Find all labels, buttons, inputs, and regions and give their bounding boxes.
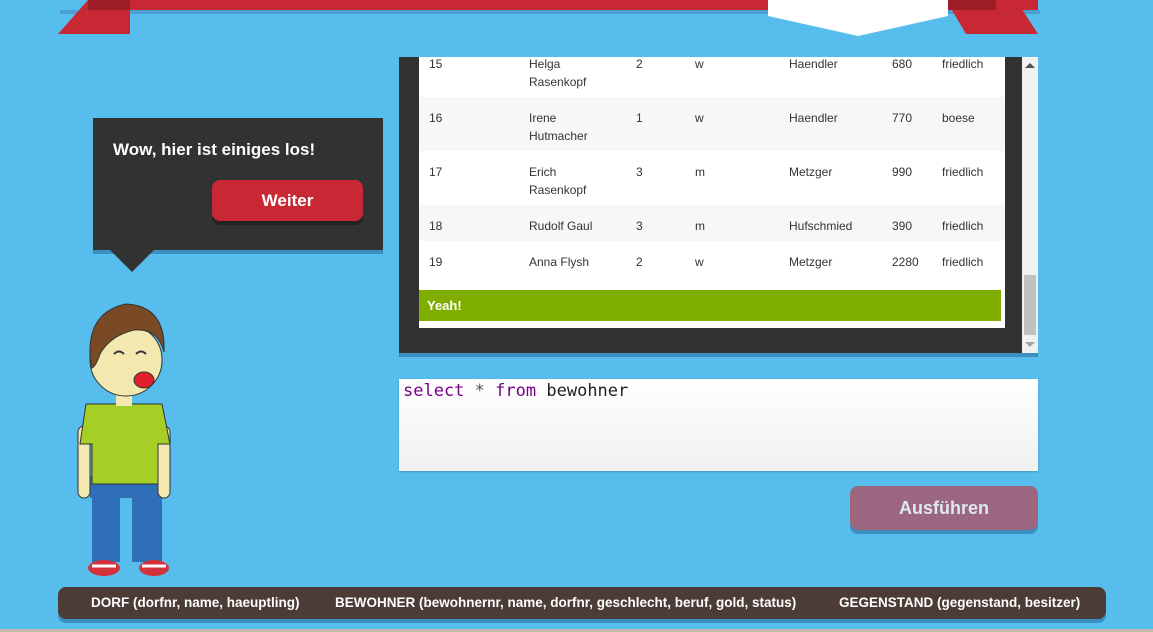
table-cell-geschlecht: m [695,219,705,233]
keyword-select: select [403,381,465,401]
schema-dorf: DORF (dorfnr, name, haeuptling) [91,595,300,610]
weiter-button[interactable]: Weiter [212,180,363,221]
scroll-down-icon[interactable] [1025,342,1035,347]
table-cell-dorfnr: 1 [636,111,643,125]
schema-footer: DORF (dorfnr, name, haeuptling) BEWOHNER… [58,587,1106,619]
ribbon-right-icon [946,0,1038,34]
table-row: 16 Irene Hutmacher 1 w Haendler 770 boese [419,97,1005,151]
pennant-flag-icon [768,0,948,36]
table-cell-geschlecht: m [695,165,705,179]
table-cell-nr: 17 [429,165,443,179]
success-message: Yeah! [419,290,1001,321]
table-cell-geschlecht: w [695,111,704,125]
table-cell-dorfnr: 3 [636,219,643,233]
table-cell-beruf: Haendler [789,111,838,125]
speech-bubble: Wow, hier ist einiges los! Weiter [93,118,383,250]
table-cell-geschlecht: w [695,57,704,71]
table-cell-nr: 18 [429,219,443,233]
table-row: 19 Anna Flysh 2 w Metzger 2280 friedlich [419,241,1005,277]
table-cell-name: Irene Hutmacher [529,111,588,143]
table-cell-status: boese [942,111,975,125]
table-cell-gold: 990 [892,165,913,179]
ribbon-left-icon [58,0,130,34]
table-cell-name: Anna Flysh [529,255,590,269]
scroll-thumb[interactable] [1024,275,1036,335]
table-cell-status: friedlich [942,255,984,269]
scrollbar[interactable] [1022,57,1038,353]
table-row: 15 Helga Rasenkopf 2 w Haendler 680 friedlich [419,57,1005,97]
table-cell-geschlecht: w [695,255,704,269]
run-query-button[interactable]: Ausführen [850,486,1038,530]
table-cell-dorfnr: 3 [636,165,643,179]
table-cell-name: Erich Rasenkopf [529,165,587,197]
table-row: 17 Erich Rasenkopf 3 m Metzger 990 friedlich [419,151,1005,205]
table-cell-nr: 19 [429,255,443,269]
sql-editor[interactable]: select * from bewohner [399,379,1038,471]
bubble-text: Wow, hier ist einiges los! [113,140,316,159]
table-cell-gold: 770 [892,111,913,125]
table-cell-gold: 680 [892,57,913,71]
sql-code-line[interactable]: select * from bewohner [403,381,628,401]
table-cell-beruf: Haendler [789,57,838,71]
scroll-up-icon[interactable] [1025,63,1035,68]
character-illustration-icon [77,303,171,576]
result-table: 15 Helga Rasenkopf 2 w Haendler 680 friedlich 1… [419,57,1005,277]
table-cell-status: friedlich [942,165,984,179]
table-cell-dorfnr: 2 [636,57,643,71]
table-cell-status: friedlich [942,57,984,71]
table-cell-nr: 16 [429,111,443,125]
table-cell-name: Rudolf Gaul [529,219,593,233]
table-cell-status: friedlich [942,219,984,233]
bubble-tail [110,250,154,272]
schema-gegenstand: GEGENSTAND (gegenstand, besitzer) [839,595,1081,610]
table-name: bewohner [546,381,629,401]
schema-bewohner: BEWOHNER (bewohnernr, name, dorfnr, gesc… [335,595,797,610]
table-cell-gold: 390 [892,219,913,233]
table-row: 18 Rudolf Gaul 3 m Hufschmied 390 friedlich [419,205,1005,241]
operator-star: * [474,381,485,401]
table-cell-beruf: Metzger [789,165,833,179]
table-cell-beruf: Hufschmied [789,219,853,233]
table-cell-dorfnr: 2 [636,255,643,269]
table-cell-nr: 15 [429,57,443,71]
result-table-container[interactable]: 15 Helga Rasenkopf 2 w Haendler 680 friedlich 1… [419,57,1005,328]
table-cell-gold: 2280 [892,255,919,269]
table-cell-beruf: Metzger [789,255,833,269]
keyword-from: from [495,381,537,401]
table-cell-name: Helga Rasenkopf [529,57,587,89]
query-result-panel[interactable]: 15 Helga Rasenkopf 2 w Haendler 680 friedlich 1… [399,57,1038,353]
